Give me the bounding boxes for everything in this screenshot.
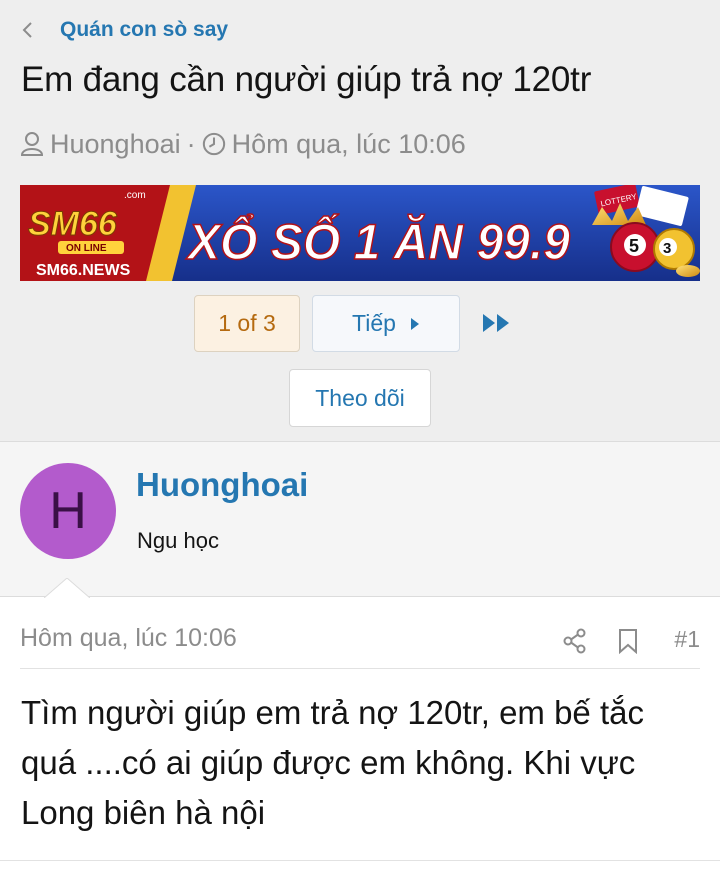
next-page-label: Tiếp: [352, 310, 396, 336]
post-meta: Hôm qua, lúc 10:06 #1: [20, 614, 700, 669]
follow-button[interactable]: Theo dõi: [289, 369, 431, 427]
post-number-link[interactable]: #1: [674, 626, 700, 653]
divider: [0, 860, 720, 861]
breadcrumb[interactable]: Quán con sò say: [20, 14, 228, 46]
page-indicator[interactable]: 1 of 3: [194, 295, 300, 352]
user-title: Ngu học: [137, 528, 219, 553]
post-date[interactable]: Hôm qua, lúc 10:06: [20, 624, 237, 653]
pagination: 1 of 3 Tiếp: [0, 295, 720, 355]
share-icon[interactable]: [563, 628, 587, 654]
clock-icon: [202, 132, 225, 156]
post-user-bar: H Huonghoai Ngu học: [0, 442, 720, 597]
post-body: Tìm người giúp em trả nợ 120tr, em bế tắ…: [21, 694, 644, 831]
breadcrumb-label: Quán con sò say: [60, 18, 229, 41]
next-page-button[interactable]: Tiếp: [312, 295, 460, 352]
banner-logo-site: SM66.NEWS: [36, 262, 131, 279]
banner-ball-right: 3: [663, 240, 671, 257]
banner-logo-top: .com: [124, 190, 146, 201]
thread-date[interactable]: Hôm qua, lúc 10:06: [232, 129, 466, 160]
user-arrow: [44, 578, 90, 598]
banner-ball-left: 5: [629, 236, 639, 256]
avatar[interactable]: H: [20, 463, 116, 559]
thread-meta: Huonghoai · Hôm qua, lúc 10:06: [20, 126, 466, 162]
banner-logo-main: SM66: [28, 205, 118, 243]
bookmark-icon[interactable]: [617, 628, 639, 654]
chevron-left-icon: [22, 22, 32, 38]
page-title: Em đang cần người giúp trả nợ 120tr: [21, 60, 592, 99]
meta-separator: ·: [186, 128, 196, 159]
banner-graphic: .com SM66 ON LINE SM66.NEWS XỔ SỐ 1 ĂN 9…: [20, 185, 700, 281]
advertisement-banner[interactable]: .com SM66 ON LINE SM66.NEWS XỔ SỐ 1 ĂN 9…: [20, 185, 700, 281]
post-username[interactable]: Huonghoai: [136, 466, 308, 504]
thread-author-link[interactable]: Huonghoai: [50, 129, 181, 160]
banner-headline: XỔ SỐ 1 ĂN 99.9: [185, 213, 570, 270]
double-chevron-right-icon[interactable]: [481, 311, 513, 335]
thread-header: Quán con sò say Em đang cần người giúp t…: [0, 0, 720, 442]
banner-logo-sub: ON LINE: [66, 243, 107, 254]
caret-right-icon: [410, 317, 419, 330]
user-icon: [20, 132, 44, 156]
